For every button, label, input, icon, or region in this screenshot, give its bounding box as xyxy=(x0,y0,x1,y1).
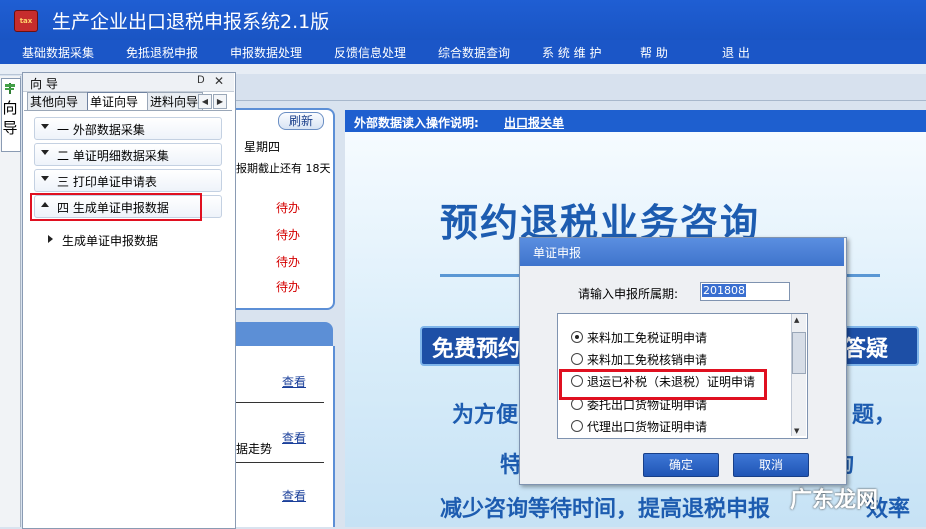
guide-step-2[interactable]: 二 单证明细数据采集 xyxy=(34,143,222,166)
radio-option-1[interactable] xyxy=(571,331,583,343)
chevron-down-icon xyxy=(41,176,49,181)
app-title: 生产企业出口退税申报系统2.1版 xyxy=(52,11,330,33)
guide-step-1[interactable]: 一 外部数据采集 xyxy=(34,117,222,140)
trend-text: 据走势 xyxy=(236,442,273,456)
menu-basic-data[interactable]: 基础数据采集 xyxy=(22,44,94,61)
poster-text: 减少咨询等待时间，提高退税申报 xyxy=(440,497,771,522)
tab-other-guide[interactable]: 其他向导 xyxy=(27,92,89,111)
menu-declare-process[interactable]: 申报数据处理 xyxy=(230,44,302,61)
period-value: 201808 xyxy=(702,284,746,297)
todo-link[interactable]: 待办 xyxy=(276,226,300,243)
content-tab-bar xyxy=(236,74,926,101)
radio-option-2[interactable] xyxy=(571,353,583,365)
view-link[interactable]: 查看 xyxy=(282,487,306,504)
chevron-down-icon xyxy=(41,124,49,129)
watermark: 广东龙网 xyxy=(790,488,879,513)
info-panel-header xyxy=(236,322,333,346)
guide-step-label: 一 外部数据采集 xyxy=(57,123,145,137)
divider xyxy=(236,462,324,463)
option-label[interactable]: 代理出口货物证明申请 xyxy=(587,418,707,435)
tab-scroll-left-icon[interactable]: ◀ xyxy=(198,94,212,109)
menu-tax-declare[interactable]: 免抵退税申报 xyxy=(126,44,198,61)
option-label[interactable]: 来料加工免税核销申请 xyxy=(587,351,707,368)
radio-option-5[interactable] xyxy=(571,420,583,432)
ok-button[interactable]: 确定 xyxy=(643,453,719,477)
tab-scroll-right-icon[interactable]: ▶ xyxy=(213,94,227,109)
tab-doc-guide[interactable]: 单证向导 xyxy=(87,92,149,111)
dialog-title: 单证申报 xyxy=(533,246,582,260)
triangle-right-icon xyxy=(48,235,53,243)
refresh-button[interactable]: 刷新 xyxy=(278,112,324,130)
todo-link[interactable]: 待办 xyxy=(276,199,300,216)
deadline-text: 报期截止还有 18天 xyxy=(236,162,331,175)
chevron-down-icon xyxy=(41,150,49,155)
instructions-label: 外部数据读入操作说明: xyxy=(354,116,479,130)
tab-divider xyxy=(24,110,232,111)
todo-link[interactable]: 待办 xyxy=(276,253,300,270)
guide-step-label: 二 单证明细数据采集 xyxy=(57,149,169,163)
pin-icon[interactable]: ᗞ xyxy=(197,75,205,86)
menu-query[interactable]: 综合数据查询 xyxy=(438,44,510,61)
menu-feedback[interactable]: 反馈信息处理 xyxy=(334,44,406,61)
signpost-icon xyxy=(5,83,15,94)
weekday-text: 星期四 xyxy=(244,140,281,154)
highlight-box xyxy=(559,369,767,400)
menu-system[interactable]: 系 统 维 护 xyxy=(542,44,601,61)
option-label[interactable]: 来料加工免税证明申请 xyxy=(587,329,707,346)
menu-help[interactable]: 帮 助 xyxy=(640,44,668,61)
customs-form-link[interactable]: 出口报关单 xyxy=(504,114,564,131)
scroll-down-icon[interactable]: ▼ xyxy=(794,427,799,435)
menu-exit[interactable]: 退 出 xyxy=(722,44,750,61)
guide-panel xyxy=(22,72,236,529)
close-icon[interactable]: ✕ xyxy=(214,74,224,88)
guide-step-label: 三 打印单证申请表 xyxy=(57,175,157,189)
period-label: 请输入申报所属期: xyxy=(578,287,679,301)
poster-text: 题， xyxy=(852,403,897,428)
view-link[interactable]: 查看 xyxy=(282,373,306,390)
tab-import-guide[interactable]: 进料向导 xyxy=(147,92,203,111)
highlight-box xyxy=(30,193,202,221)
guide-sub-item[interactable]: 生成单证申报数据 xyxy=(62,232,158,249)
guide-panel-title: 向 导 xyxy=(30,77,58,91)
app-logo-icon: tax xyxy=(14,10,38,32)
view-link[interactable]: 查看 xyxy=(282,429,306,446)
scroll-up-icon[interactable]: ▲ xyxy=(794,316,799,324)
poster-text: 为方便 xyxy=(452,403,519,428)
guide-step-3[interactable]: 三 打印单证申请表 xyxy=(34,169,222,192)
poster-banner-text: 免费预约 xyxy=(432,337,521,362)
divider xyxy=(236,402,324,403)
todo-link[interactable]: 待办 xyxy=(276,278,300,295)
side-tab-label: 向导 xyxy=(2,99,18,137)
cancel-button[interactable]: 取消 xyxy=(733,453,809,477)
scroll-thumb[interactable] xyxy=(792,332,806,374)
